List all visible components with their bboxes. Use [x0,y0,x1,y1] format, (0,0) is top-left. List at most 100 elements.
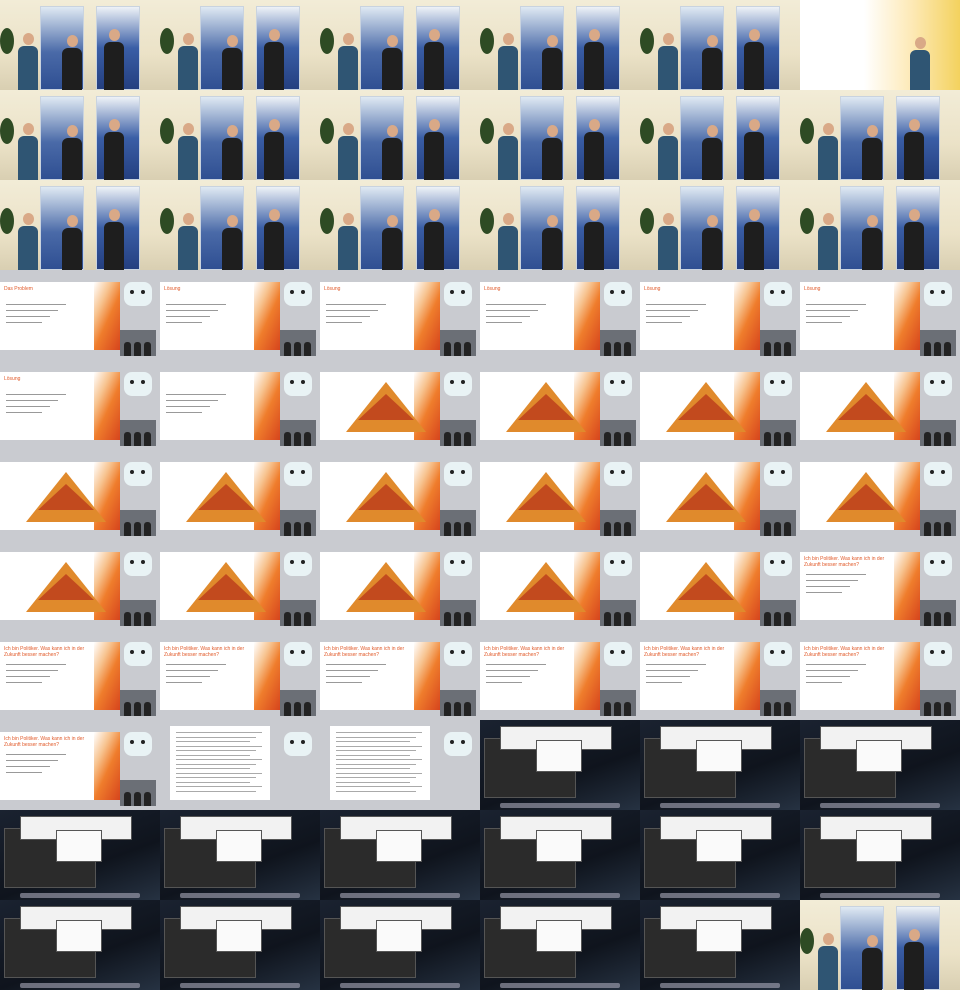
person-silhouette [764,432,771,446]
slide-text-line [6,400,58,401]
plant [480,118,494,144]
person-figure [584,209,604,270]
desktop-frame-tile [160,810,320,900]
slide: Lösung [160,282,280,350]
presentation-frame-tile [320,360,480,450]
person-figure [338,33,358,90]
slide-decoration [414,642,440,710]
person-silhouette [784,522,791,536]
document-text-line [336,781,410,783]
camera-inset [280,330,316,356]
person-body [338,136,358,180]
desktop-frame-tile [640,720,800,810]
person-figure [702,125,722,180]
person-silhouette [604,612,611,626]
person-body [382,138,402,180]
person-body [498,136,518,180]
person-figure [264,119,284,180]
mascot-icon [284,732,312,756]
presentation-frame-tile [320,450,480,540]
document-text-line [176,736,256,738]
slide-text-line [6,304,66,305]
dialog-window [56,830,102,862]
person-body [222,138,242,180]
dialog-window [216,920,262,952]
person-silhouette [124,702,131,716]
slide-decoration [94,282,120,350]
plant [0,28,14,54]
dock-bar [20,893,140,898]
person-figure [658,33,678,90]
slide-decoration [894,552,920,620]
person-silhouette [454,432,461,446]
person-head [342,33,354,45]
person-figure [744,119,764,180]
pyramid-graphic-top [198,574,254,600]
document-text-line [336,750,416,751]
person-head [822,123,834,135]
person-silhouette [134,432,141,446]
slide-text-line [646,316,690,317]
presentation-frame-tile: Lösung [0,360,160,450]
stage-photo-tile [480,180,640,270]
pyramid-graphic-top [358,394,414,420]
document-text-line [336,777,416,778]
plant [480,28,494,54]
person-silhouette [454,522,461,536]
person-head [588,209,600,221]
person-figure [904,929,924,990]
person-silhouette [124,612,131,626]
person-silhouette [144,342,151,356]
person-silhouette [934,612,941,626]
slide [480,552,600,620]
document-frame-tile [320,720,480,810]
person-body [542,228,562,270]
slide-text-line [646,682,682,683]
slide-text-line [326,670,378,671]
pyramid-graphic-top [838,484,894,510]
person-silhouette [624,612,631,626]
person-head [108,119,120,131]
stage-photo-tile [0,0,160,90]
slide-decoration [94,642,120,710]
mascot-icon [924,372,952,396]
person-figure [104,29,124,90]
presentation-frame-tile [800,450,960,540]
slide: Ich bin Politiker. Was kann ich in der Z… [800,642,920,710]
person-silhouette [454,702,461,716]
person-body [862,948,882,990]
slide-text-line [166,670,218,671]
person-body [62,138,82,180]
person-silhouette [784,432,791,446]
mascot-icon [284,372,312,396]
presentation-frame-tile [160,360,320,450]
person-silhouette [624,432,631,446]
camera-inset [760,690,796,716]
document-text-line [176,777,256,778]
slide [640,552,760,620]
person-figure [498,33,518,90]
person-body [904,132,924,180]
mascot-icon [444,732,472,756]
slide-text-line [166,664,226,665]
document-text-line [176,781,250,783]
person-head [66,215,78,227]
slide-text-line [6,766,50,767]
person-body [818,226,838,270]
person-silhouette [624,702,631,716]
person-head [662,213,674,225]
dock-bar [660,803,780,808]
person-silhouette [924,342,931,356]
person-silhouette [444,522,451,536]
person-silhouette [124,522,131,536]
person-figure [178,213,198,270]
slide-text-line [166,682,202,683]
document-text-line [176,750,256,751]
person-head [108,209,120,221]
person-figure [104,209,124,270]
desktop-frame-tile [0,810,160,900]
person-body [744,42,764,90]
person-body [862,138,882,180]
document-text-line [336,763,416,765]
person-silhouette [124,792,131,806]
